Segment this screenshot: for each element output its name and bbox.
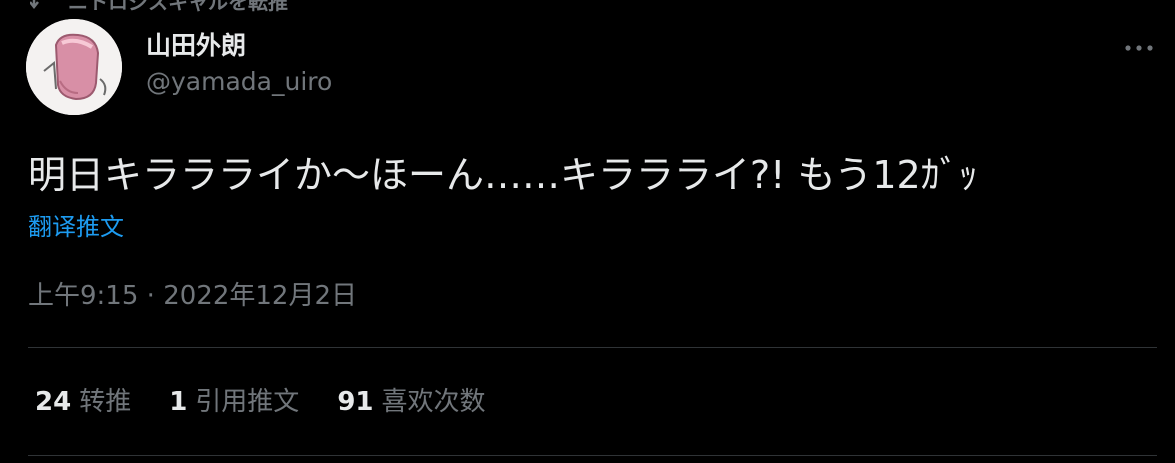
divider	[28, 347, 1157, 348]
avatar[interactable]	[26, 19, 122, 115]
likes-stat[interactable]: 91 喜欢次数	[337, 383, 485, 421]
retweet-icon	[30, 0, 56, 12]
quotes-count: 1	[169, 387, 188, 417]
quotes-label: 引用推文	[195, 387, 300, 417]
tweet-date: 2022年12月2日	[163, 281, 357, 311]
retweets-label: 转推	[79, 387, 132, 417]
divider	[28, 455, 1157, 456]
likes-count: 91	[337, 387, 374, 417]
retweets-count: 24	[35, 387, 72, 417]
tweet-header: 山田外朗 @yamada_uiro	[26, 19, 332, 115]
tweet-time: 上午9:15	[28, 281, 139, 311]
likes-label: 喜欢次数	[381, 387, 486, 417]
tweet-text: 明日キララライか〜ほーん……キララライ?! もう12ｶﾞｯ	[28, 153, 978, 197]
retweet-context[interactable]: ニトロジスキャルを転推	[30, 0, 288, 15]
retweet-context-label: ニトロジスキャルを転推	[68, 0, 288, 14]
tweet-timestamp[interactable]: 上午9:15 · 2022年12月2日	[28, 277, 357, 315]
quotes-stat[interactable]: 1 引用推文	[169, 383, 299, 421]
retweets-stat[interactable]: 24 转推	[35, 383, 131, 421]
translate-tweet-link[interactable]: 翻译推文	[28, 210, 124, 244]
more-options-button[interactable]	[1121, 28, 1157, 64]
meta-separator: ·	[146, 281, 155, 311]
author-handle[interactable]: @yamada_uiro	[146, 63, 332, 101]
more-icon	[1124, 37, 1154, 56]
author-display-name[interactable]: 山田外朗	[146, 29, 332, 63]
tweet-stats: 24 转推 1 引用推文 91 喜欢次数	[35, 383, 486, 421]
